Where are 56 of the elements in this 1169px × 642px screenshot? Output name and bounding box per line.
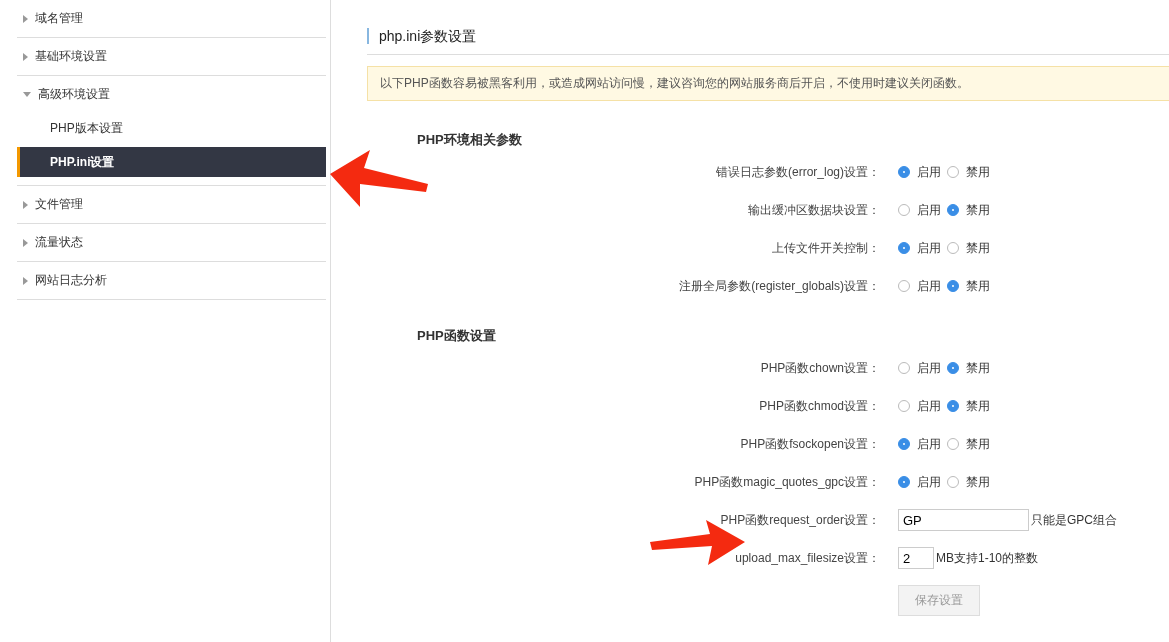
radio-label: 启用 (917, 277, 941, 295)
field-label: PHP函数chmod设置： (758, 397, 881, 415)
sidebar-item[interactable]: 流量状态 (17, 224, 326, 261)
radio-label: 禁用 (966, 359, 990, 377)
radio-label: 启用 (917, 359, 941, 377)
field-label: PHP函数magic_quotes_gpc设置： (693, 473, 881, 491)
radio-label: 禁用 (966, 435, 990, 453)
radio-button[interactable] (947, 362, 959, 374)
field-label: 错误日志参数(error_log)设置： (715, 163, 881, 181)
radio-label: 启用 (917, 473, 941, 491)
radio-label: 启用 (917, 201, 941, 219)
sidebar-item[interactable]: 基础环境设置 (17, 38, 326, 75)
radio-label: 禁用 (966, 473, 990, 491)
sidebar-item[interactable]: 网站日志分析 (17, 262, 326, 299)
field-label: PHP函数fsockopen设置： (739, 435, 881, 453)
caret-icon (23, 14, 28, 23)
caret-icon (23, 200, 28, 209)
radio-label: 禁用 (966, 201, 990, 219)
field-label: PHP函数request_order设置： (719, 511, 881, 529)
radio-label: 禁用 (966, 397, 990, 415)
radio-button[interactable] (947, 400, 959, 412)
radio-label: 启用 (917, 435, 941, 453)
radio-button[interactable] (898, 166, 910, 178)
section-title: PHP函数设置 (417, 327, 497, 345)
radio-button[interactable] (947, 204, 959, 216)
caret-icon (23, 276, 28, 285)
section-title: PHP环境相关参数 (417, 131, 523, 149)
page-title: php.ini参数设置 (367, 28, 1169, 44)
radio-button[interactable] (898, 242, 910, 254)
field-hint: 只能是GPC组合 (1031, 511, 1117, 529)
radio-label: 禁用 (966, 277, 990, 295)
field-label: 上传文件开关控制： (771, 239, 881, 257)
notice-banner: 以下PHP函数容易被黑客利用，或造成网站访问慢，建议咨询您的网站服务商后开启，不使用时建议关闭函数。 (367, 66, 1169, 101)
radio-label: 禁用 (966, 163, 990, 181)
sidebar-item[interactable]: 文件管理 (17, 186, 326, 223)
sidebar-item[interactable]: 域名管理 (17, 0, 326, 37)
caret-icon (23, 52, 28, 61)
radio-button[interactable] (898, 438, 910, 450)
radio-button[interactable] (947, 280, 959, 292)
caret-icon (23, 238, 28, 247)
sidebar-item[interactable]: 高级环境设置 (17, 76, 326, 113)
field-hint: MB支持1-10的整数 (936, 549, 1039, 567)
radio-label: 启用 (917, 163, 941, 181)
radio-label: 启用 (917, 239, 941, 257)
field-label: PHP函数chown设置： (759, 359, 881, 377)
caret-icon (23, 92, 31, 97)
input-field[interactable]: 2 (898, 547, 934, 569)
sidebar-subitem[interactable]: PHP.ini设置 (17, 147, 326, 177)
sidebar-subitem[interactable]: PHP版本设置 (17, 113, 326, 143)
field-label: 输出缓冲区数据块设置： (747, 201, 881, 219)
radio-label: 禁用 (966, 239, 990, 257)
field-label: 注册全局参数(register_globals)设置： (678, 277, 881, 295)
field-label: upload_max_filesize设置： (734, 549, 881, 567)
radio-button[interactable] (898, 476, 910, 488)
radio-label: 启用 (917, 397, 941, 415)
input-field[interactable]: GP (898, 509, 1029, 531)
